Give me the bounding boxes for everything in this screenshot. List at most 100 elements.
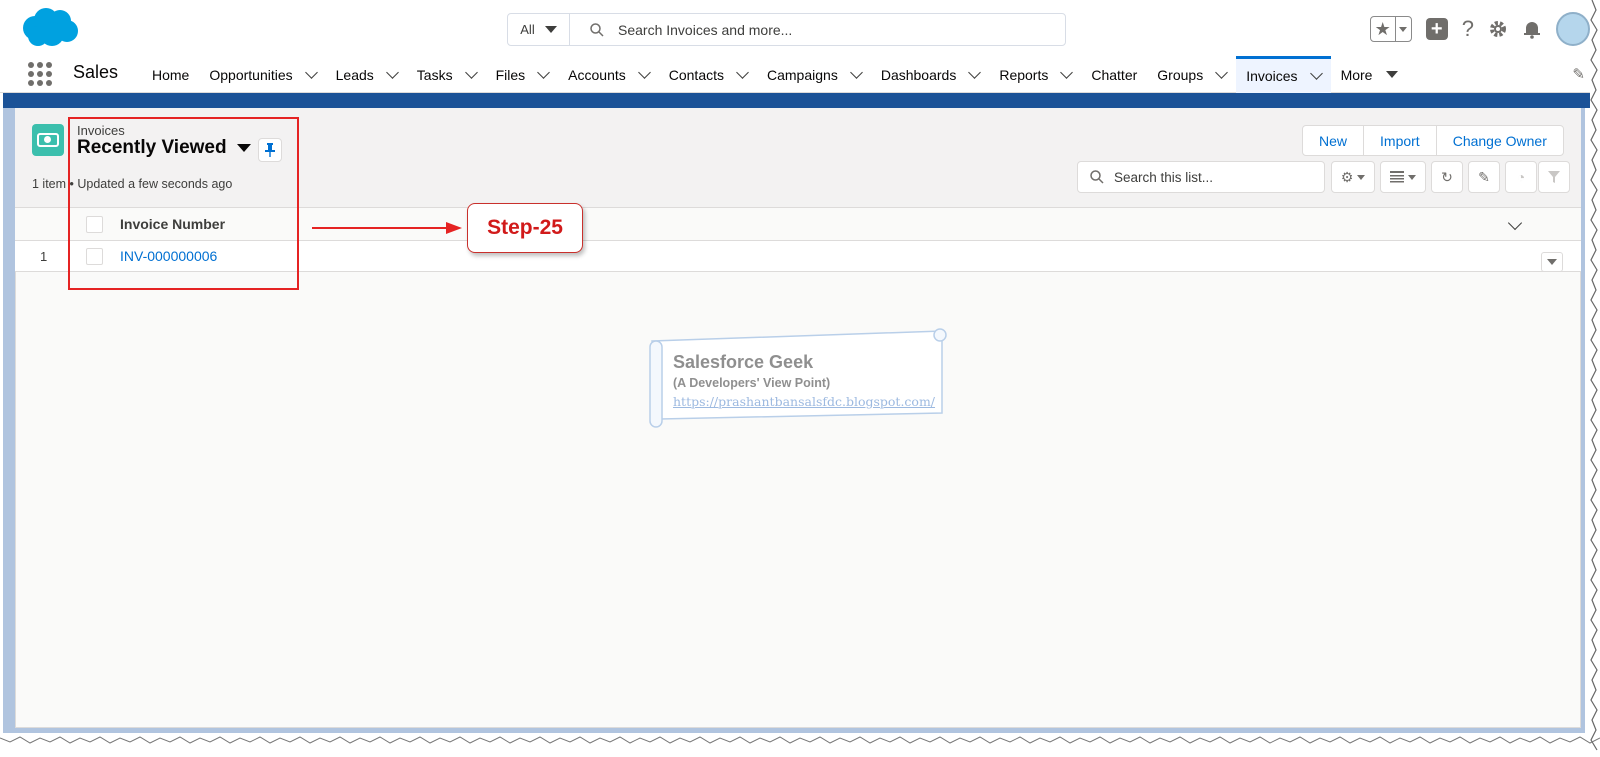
- search-scope-dropdown[interactable]: All: [508, 14, 570, 45]
- nav-item-groups[interactable]: Groups: [1147, 56, 1236, 93]
- search-scope-label: All: [520, 22, 535, 37]
- nav-item-accounts[interactable]: Accounts: [558, 56, 659, 93]
- chevron-down-icon[interactable]: [736, 65, 749, 79]
- filter-icon: [1548, 171, 1560, 183]
- nav-item-label: Files: [495, 66, 526, 83]
- nav-item-label: Campaigns: [767, 66, 838, 83]
- row-checkbox[interactable]: [86, 248, 103, 265]
- table-row: [15, 241, 1581, 272]
- nav-item-contacts[interactable]: Contacts: [659, 56, 757, 93]
- nav-item-label: Groups: [1157, 66, 1204, 83]
- global-search-placeholder: Search Invoices and more...: [618, 21, 793, 38]
- global-header: All Search Invoices and more... ★ + ?: [0, 0, 1600, 56]
- list-view-selector[interactable]: Recently Viewed: [77, 137, 251, 159]
- caret-down-icon: [544, 26, 557, 33]
- filters-button[interactable]: [1538, 161, 1570, 193]
- app-launcher-icon[interactable]: [28, 62, 52, 86]
- nav-item-label: Tasks: [416, 66, 453, 83]
- search-icon: [1090, 170, 1104, 184]
- nav-items: Home Opportunities Leads Tasks Files Acc…: [142, 56, 1408, 93]
- nav-item-label: Home: [152, 66, 190, 83]
- watermark-url: https://prashantbansalsfdc.blogspot.com/: [673, 394, 936, 409]
- chevron-down-icon[interactable]: [304, 65, 318, 79]
- chevron-down-icon[interactable]: [1060, 65, 1074, 79]
- annotation-arrow-icon: [312, 222, 462, 234]
- chevron-down-icon[interactable]: [537, 65, 551, 79]
- row-number: 1: [40, 249, 48, 264]
- branding-band: [3, 93, 1590, 108]
- nav-item-label: More: [1340, 66, 1373, 83]
- nav-item-leads[interactable]: Leads: [326, 56, 407, 93]
- nav-item-chatter[interactable]: Chatter: [1081, 56, 1147, 93]
- nav-item-dashboards[interactable]: Dashboards: [871, 56, 990, 93]
- invoice-number-link[interactable]: INV-000000006: [120, 248, 217, 264]
- caret-down-icon: [236, 144, 251, 152]
- caret-down-icon: [1408, 174, 1416, 180]
- global-search: All Search Invoices and more...: [507, 13, 1066, 46]
- list-view-meta: 1 item • Updated a few seconds ago: [32, 177, 233, 191]
- favorites-chevron-down-icon[interactable]: [1394, 17, 1411, 41]
- nav-item-label: Accounts: [568, 66, 626, 83]
- salesforce-logo[interactable]: [18, 6, 80, 50]
- app-name: Sales: [73, 62, 119, 82]
- change-owner-button[interactable]: Change Owner: [1435, 126, 1563, 155]
- nav-item-more[interactable]: More: [1331, 56, 1409, 93]
- nav-item-invoices[interactable]: Invoices: [1236, 56, 1331, 93]
- header-utility-icons: ★ + ?: [1369, 10, 1590, 48]
- torn-edge-right: [1590, 0, 1598, 751]
- refresh-button[interactable]: ↻: [1431, 161, 1463, 193]
- new-button[interactable]: New: [1303, 126, 1363, 155]
- select-all-checkbox[interactable]: [86, 216, 103, 233]
- star-icon[interactable]: ★: [1371, 17, 1395, 41]
- nav-item-reports[interactable]: Reports: [989, 56, 1081, 93]
- inline-edit-button[interactable]: ✎: [1468, 161, 1500, 193]
- nav-item-label: Dashboards: [880, 66, 957, 83]
- nav-item-opportunities[interactable]: Opportunities: [199, 56, 325, 93]
- search-icon: [590, 22, 604, 37]
- chevron-down-icon[interactable]: [849, 65, 863, 79]
- gear-icon: ⚙: [1340, 168, 1354, 185]
- table-header: [15, 208, 1581, 241]
- nav-item-label: Opportunities: [209, 66, 293, 83]
- row-action-button[interactable]: [1541, 252, 1563, 272]
- chevron-down-icon[interactable]: [968, 65, 982, 79]
- avatar[interactable]: [1556, 12, 1590, 46]
- chevron-down-icon[interactable]: [464, 65, 478, 79]
- caret-down-icon: [1386, 71, 1399, 78]
- edit-nav-pencil-icon[interactable]: ✎: [1572, 65, 1585, 83]
- caret-down-icon: [1547, 259, 1557, 265]
- refresh-icon: ↻: [1441, 168, 1453, 185]
- import-button[interactable]: Import: [1363, 126, 1436, 155]
- nav-item-files[interactable]: Files: [486, 56, 559, 93]
- nav-item-label: Invoices: [1246, 68, 1298, 84]
- chevron-down-icon[interactable]: [1309, 67, 1323, 80]
- gear-icon[interactable]: [1488, 19, 1508, 39]
- plus-icon[interactable]: +: [1425, 18, 1448, 40]
- nav-item-tasks[interactable]: Tasks: [407, 56, 486, 93]
- list-actions-button-group: New Import Change Owner: [1302, 125, 1564, 156]
- column-header-invoice-number[interactable]: Invoice Number: [120, 216, 225, 232]
- chevron-down-icon[interactable]: [1215, 65, 1229, 79]
- chevron-down-icon[interactable]: [637, 65, 651, 79]
- favorites-button-group: ★: [1369, 16, 1412, 42]
- charts-button[interactable]: ◔: [1505, 161, 1537, 193]
- nav-item-campaigns[interactable]: Campaigns: [757, 56, 871, 93]
- nav-item-label: Contacts: [668, 66, 724, 83]
- table-icon: [1390, 171, 1404, 183]
- nav-item-label: Reports: [999, 66, 1049, 83]
- bell-icon[interactable]: [1522, 19, 1542, 39]
- list-search-input[interactable]: Search this list...: [1077, 161, 1325, 193]
- object-label: Invoices: [77, 123, 125, 138]
- step-callout: Step-25: [467, 203, 583, 253]
- display-as-button[interactable]: [1380, 161, 1426, 193]
- list-view-name: Recently Viewed: [77, 137, 227, 158]
- chevron-down-icon[interactable]: [385, 65, 399, 79]
- pencil-icon: ✎: [1478, 168, 1490, 185]
- nav-item-home[interactable]: Home: [142, 56, 199, 93]
- pin-icon[interactable]: [258, 138, 282, 162]
- help-icon[interactable]: ?: [1462, 18, 1474, 40]
- list-search-placeholder: Search this list...: [1114, 169, 1214, 185]
- nav-item-label: Chatter: [1091, 66, 1138, 83]
- global-search-input[interactable]: Search Invoices and more...: [570, 14, 1065, 45]
- list-settings-button[interactable]: ⚙: [1331, 161, 1375, 193]
